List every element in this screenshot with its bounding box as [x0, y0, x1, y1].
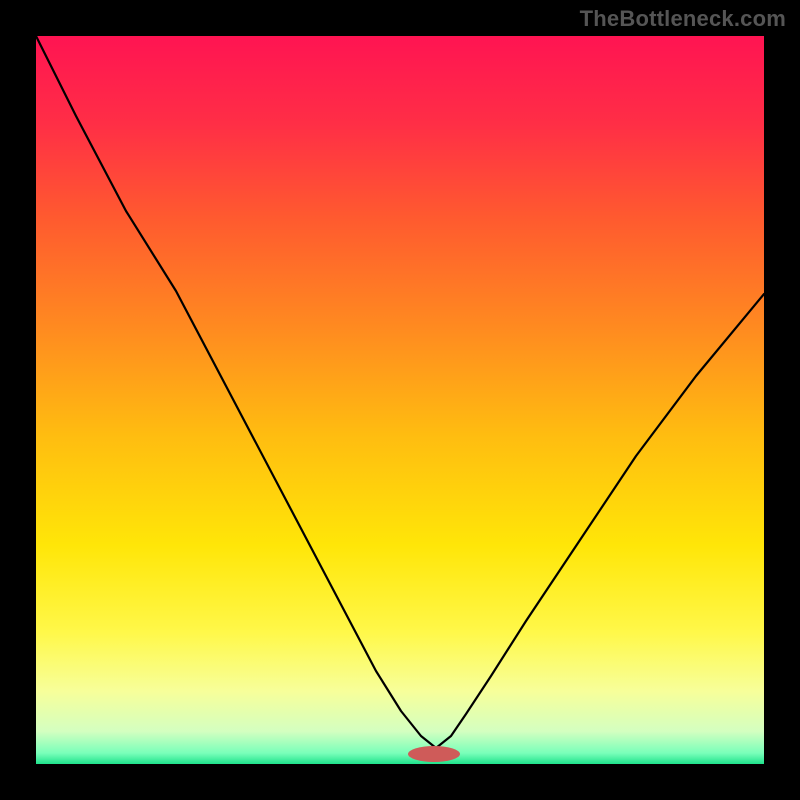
chart-frame: TheBottleneck.com [0, 0, 800, 800]
optimum-marker [408, 746, 460, 762]
watermark-text: TheBottleneck.com [580, 6, 786, 32]
plot-background [36, 36, 764, 764]
bottleneck-plot [36, 36, 764, 764]
